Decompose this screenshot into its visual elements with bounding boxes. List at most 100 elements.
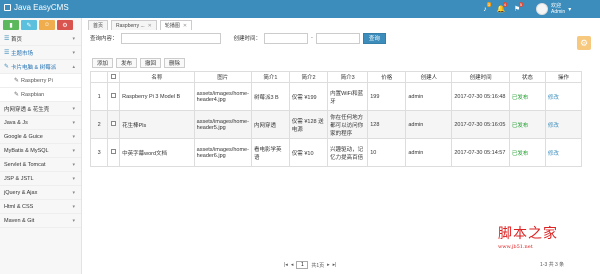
col-creator[interactable]: 创建人 — [405, 71, 453, 83]
revoke-button[interactable]: 撤回 — [140, 58, 162, 68]
row-intro3: 内置WiFi和蓝牙 — [327, 82, 369, 111]
sidebar-item-label: Servlet & Tomcat — [4, 161, 46, 168]
search-row: 查询内容： 创建时间： - 查询 — [90, 32, 386, 44]
sidebar-item-jquery-ajax[interactable]: jQuery & Ajax ▾ — [0, 186, 81, 200]
row-checkbox[interactable] — [111, 93, 117, 98]
search-button[interactable]: 查询 — [362, 32, 386, 44]
table-row[interactable]: 3 中英字幕word文档 assets/images/home-header6.… — [89, 138, 583, 167]
edit-link[interactable]: 修改 — [544, 110, 583, 139]
sidebar-item-label: 首页 — [11, 36, 23, 43]
sidebar-item-label: 主题市场 — [11, 50, 34, 57]
delete-button[interactable]: 删除 — [164, 58, 186, 68]
close-icon[interactable]: ✕ — [183, 23, 187, 29]
sidebar-item-google-guice[interactable]: Google & Guice ▾ — [0, 130, 81, 144]
sidebar-item-card-computer[interactable]: ✎ 卡片电脑 & 树莓派 ▴ — [0, 60, 81, 74]
chevron-down-icon: ▾ — [72, 190, 75, 196]
end-date-input[interactable] — [315, 32, 360, 44]
sidebar-item-intranet[interactable]: 内网穿透 & 花生壳 ▾ — [0, 102, 81, 116]
sidebar-item-label: 内网穿透 & 花生壳 — [4, 106, 50, 113]
row-number: 1 — [89, 82, 109, 111]
sidebar-item-mybatis-mysql[interactable]: MyBatis & MySQL ▾ — [0, 144, 81, 158]
col-intro3[interactable]: 简介3 — [327, 71, 369, 83]
row-select-cell[interactable] — [107, 138, 121, 167]
sidebar-item-home[interactable]: ☰ 首页 ▾ — [0, 32, 81, 46]
add-button[interactable]: 添加 — [92, 58, 114, 68]
notification-badge: 3 — [486, 2, 491, 7]
row-time: 2017-07-30 05:14:57 — [451, 138, 510, 167]
page-number-input[interactable] — [296, 261, 309, 269]
notification-bell-icon[interactable]: ♪ 3 — [478, 0, 492, 18]
watermark-url: www.jb51.net — [498, 244, 533, 250]
col-status[interactable]: 状态 — [508, 71, 546, 83]
first-page-icon[interactable]: |◂ — [284, 262, 288, 268]
tab-label: 首页 — [93, 23, 104, 29]
row-time: 2017-07-30 05:16:05 — [451, 110, 510, 139]
tab-home[interactable]: 首页 — [88, 20, 109, 30]
sidebar-item-theme-market[interactable]: ☰ 主题市场 ▾ — [0, 46, 81, 60]
sidebar-item-html-css[interactable]: Html & CSS ▾ — [0, 200, 81, 214]
col-select[interactable] — [107, 71, 121, 83]
row-checkbox[interactable] — [111, 149, 117, 154]
settings-shortcut-icon[interactable]: ⚙ — [57, 20, 73, 30]
edit-link[interactable]: 修改 — [544, 138, 583, 167]
tab-raspberry[interactable]: Raspberry ... ✕ — [111, 20, 157, 30]
publish-button[interactable]: 发布 — [116, 58, 138, 68]
sidebar-item-label: JSP & JSTL — [4, 175, 34, 182]
row-name: 花生棒Pls — [119, 110, 195, 139]
sidebar-item-label: 卡片电脑 & 树莓派 — [11, 64, 57, 71]
table-row[interactable]: 1 Raspberry Pi 3 Model B assets/images/h… — [89, 82, 583, 111]
row-intro1: 看电影学英语 — [250, 138, 290, 167]
next-page-icon[interactable]: ▸ — [327, 262, 330, 268]
sidebar-item-servlet-tomcat[interactable]: Servlet & Tomcat ▾ — [0, 158, 81, 172]
create-time-label: 创建时间： — [233, 36, 262, 42]
tab-bar: 首页 Raspberry ... ✕ 轮播图 ✕ — [88, 18, 193, 30]
sidebar-item-label: Raspbian — [21, 91, 45, 98]
search-content-input[interactable] — [120, 32, 221, 44]
last-page-icon[interactable]: ▸| — [333, 262, 337, 268]
col-create-time[interactable]: 创建时间 — [451, 71, 510, 83]
sidebar-shortcuts: ▮ ✎ ☺ ⚙ — [0, 18, 81, 32]
toolbar: 添加 发布 撤回 删除 — [92, 58, 186, 68]
sidebar-item-raspberry-pi[interactable]: ✎ Raspberry Pi — [0, 74, 81, 88]
row-name: 中英字幕word文档 — [119, 138, 195, 167]
data-table: 名称 图片 简介1 简介2 简介3 价格 创建人 创建时间 状态 操作 1 Ra… — [89, 71, 583, 167]
brand[interactable]: Java EasyCMS — [4, 3, 69, 12]
user-menu[interactable]: 欢迎 Admin ▾ — [536, 1, 571, 17]
sidebar-item-maven-git[interactable]: Maven & Git ▾ — [0, 214, 81, 228]
col-intro2[interactable]: 简介2 — [288, 71, 329, 83]
task-flag-icon[interactable]: ⚑ 5 — [510, 0, 524, 18]
close-icon[interactable]: ✕ — [148, 23, 152, 29]
row-checkbox[interactable] — [111, 121, 117, 126]
sidebar-item-raspbian[interactable]: ✎ Raspbian — [0, 88, 81, 102]
col-action: 操作 — [544, 71, 583, 83]
pencil-icon: ✎ — [4, 64, 10, 70]
row-select-cell[interactable] — [107, 82, 121, 111]
table-row[interactable]: 2 花生棒Pls assets/images/home-header5.jpg … — [89, 110, 583, 139]
date-separator: - — [311, 35, 313, 41]
users-shortcut-icon[interactable]: ☺ — [39, 20, 55, 30]
row-select-cell[interactable] — [107, 110, 121, 139]
alert-bell-icon[interactable]: 🔔 4 — [494, 0, 508, 18]
chevron-down-icon: ▾ — [72, 162, 75, 168]
col-intro1[interactable]: 简介1 — [250, 71, 290, 83]
sidebar-item-java-js[interactable]: Java & Js ▾ — [0, 116, 81, 130]
start-date-input[interactable] — [264, 32, 309, 44]
edit-shortcut-icon[interactable]: ✎ — [21, 20, 37, 30]
list-icon: ☰ — [4, 50, 10, 56]
select-all-checkbox[interactable] — [111, 73, 117, 79]
col-name[interactable]: 名称 — [119, 71, 195, 83]
chevron-up-icon: ▴ — [72, 64, 75, 70]
settings-gear-icon[interactable]: ⚙ — [577, 36, 591, 50]
col-price[interactable]: 价格 — [367, 71, 407, 83]
chart-shortcut-icon[interactable]: ▮ — [3, 20, 19, 30]
prev-page-icon[interactable]: ◂ — [291, 262, 294, 268]
sidebar-item-jsp-jstl[interactable]: JSP & JSTL ▾ — [0, 172, 81, 186]
edit-link[interactable]: 修改 — [544, 82, 583, 111]
col-image[interactable]: 图片 — [193, 71, 252, 83]
tab-carousel[interactable]: 轮播图 ✕ — [159, 20, 193, 30]
list-icon: ☰ — [4, 36, 10, 42]
row-image: assets/images/home-header5.jpg — [193, 110, 252, 139]
pencil-icon: ✎ — [14, 78, 20, 84]
user-name: Admin — [551, 9, 566, 15]
avatar — [536, 3, 548, 15]
